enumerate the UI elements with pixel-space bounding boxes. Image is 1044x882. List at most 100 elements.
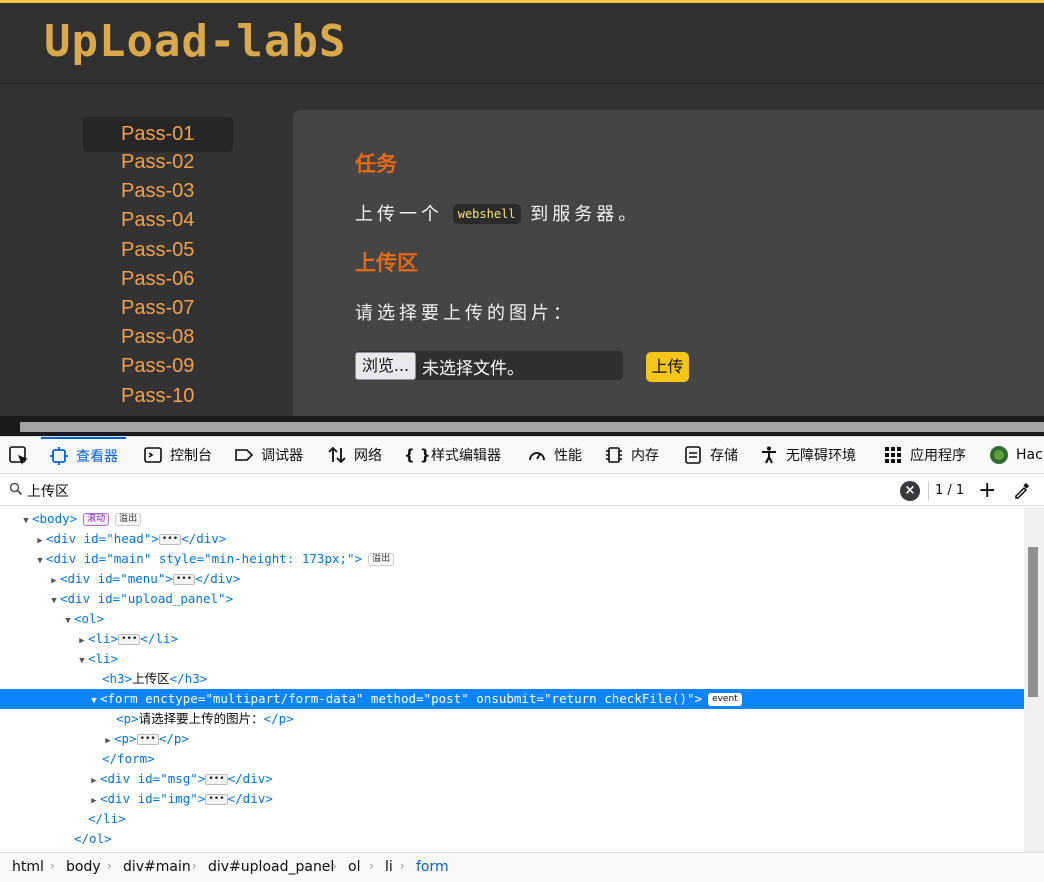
tag-text: </p> [158,731,189,746]
search-result-count: 1 / 1 [928,482,964,500]
collapsed-dots[interactable]: ••• [172,574,196,585]
menu-item-pass-07[interactable]: Pass-07 [83,292,233,321]
node-h3[interactable]: <h3>上传区</h3> [0,669,1024,689]
tab-hackbar[interactable]: Hac [989,437,1043,473]
collapsed-dots[interactable]: ••• [205,774,228,785]
breadcrumb: html › body › div#main › div#upload_pane… [0,852,1044,882]
tag-text: <li> [88,651,119,666]
tag-text: <div id="msg"> [100,771,206,786]
menu-item-pass-05[interactable]: Pass-05 [83,234,233,263]
collapse-arrow-icon[interactable]: ▼ [34,551,46,571]
expand-arrow-icon[interactable]: ▶ [76,631,88,651]
breadcrumb-ol[interactable]: ol [348,859,360,875]
breadcrumb-li[interactable]: li [385,859,393,875]
tab-accessibility[interactable]: 无障碍环境 [759,437,856,473]
tab-label: 控制台 [170,448,212,464]
menu-item-pass-06[interactable]: Pass-06 [83,263,233,292]
menu-item-pass-09[interactable]: Pass-09 [83,350,233,379]
tab-storage[interactable]: 存储 [683,437,738,473]
debugger-icon [235,449,254,461]
tab-label: 查看器 [76,449,118,465]
overflow-badge[interactable]: 溢出 [368,553,395,566]
tag-text: </h3> [169,671,208,686]
tab-debugger[interactable]: 调试器 [234,437,303,473]
node-div-upload-panel[interactable]: ▼ <div id="upload_panel"> [0,589,1024,609]
collapse-arrow-icon[interactable]: ▼ [88,691,100,711]
node-li-close[interactable]: </li> [0,809,1024,829]
node-div-menu[interactable]: ▶ <div id="menu"> ••• </div> [0,569,1024,589]
collapsed-dots[interactable]: ••• [205,794,228,805]
collapsed-dots[interactable]: ••• [118,634,141,645]
collapsed-dots[interactable]: ••• [158,534,182,545]
node-text: 请选择要上传的图片： [138,711,264,726]
tag-text: </div> [227,791,273,806]
collapse-arrow-icon[interactable]: ▼ [76,651,88,671]
expand-arrow-icon[interactable]: ▶ [102,731,114,751]
menu-item-pass-08[interactable]: Pass-08 [83,321,233,350]
markup-vertical-scrollbar[interactable] [1024,507,1044,852]
node-form-close[interactable]: </form> [0,749,1024,769]
tab-label: Hac [1016,447,1043,463]
clear-search-icon[interactable]: × [900,481,920,501]
tag-text: <div id="upload_panel"> [60,591,234,606]
menu-item-pass-04[interactable]: Pass-04 [83,204,233,233]
tab-performance[interactable]: 性能 [527,437,582,473]
node-p-collapsed[interactable]: ▶ <p> ••• </p> [0,729,1024,749]
node-ol-close[interactable]: </ol> [0,829,1024,849]
tab-label: 网络 [354,448,382,464]
event-badge[interactable]: event [708,693,742,706]
tab-network[interactable]: 网络 [327,437,382,473]
search-input[interactable] [27,481,887,501]
node-li-collapsed[interactable]: ▶ <li> ••• </li> [0,629,1024,649]
breadcrumb-form[interactable]: form [416,859,449,875]
collapsed-dots[interactable]: ••• [136,734,159,745]
site-logo: UpLoad-labS [44,16,347,67]
menu-item-pass-02[interactable]: Pass-02 [83,146,233,175]
node-li-expanded[interactable]: ▼ <li> [0,649,1024,669]
node-ol[interactable]: ▼ <ol> [0,609,1024,629]
expand-arrow-icon[interactable]: ▶ [88,791,100,811]
file-input[interactable]: 浏览... 未选择文件。 [355,351,623,380]
breadcrumb-separator: › [369,859,374,873]
tag-text: </p> [263,711,294,726]
collapse-arrow-icon[interactable]: ▼ [48,591,60,611]
node-body[interactable]: ▼ <body> 滚动 溢出 [0,509,1024,529]
collapse-arrow-icon[interactable]: ▼ [62,611,74,631]
node-p-prompt[interactable]: <p>请选择要上传的图片：</p> [0,709,1024,729]
collapse-arrow-icon[interactable]: ▼ [20,511,32,531]
console-icon [144,447,162,463]
overflow-badge[interactable]: 溢出 [115,513,142,526]
scrollbar-thumb[interactable] [20,422,1044,432]
menu-item-pass-10[interactable]: Pass-10 [83,380,233,409]
breadcrumb-html[interactable]: html [12,859,44,875]
tab-console[interactable]: 控制台 [143,437,212,473]
page-horizontal-scrollbar[interactable] [0,416,1044,436]
tag-text: <div id="img"> [100,791,206,806]
tag-text: <div id="main" style="min-height: 173px;… [46,551,363,566]
tab-inspector[interactable]: 查看器 [41,437,126,473]
element-picker-icon[interactable] [8,445,30,467]
breadcrumb-body[interactable]: body [66,859,101,875]
task-text-before: 上传一个 [355,204,443,225]
upload-button[interactable]: 上传 [646,352,689,382]
node-div-msg[interactable]: ▶ <div id="msg"> ••• </div> [0,769,1024,789]
browse-button[interactable]: 浏览... [355,352,416,380]
node-form-selected[interactable]: ▼ <form enctype="multipart/form-data" met… [0,689,1024,709]
breadcrumb-div-main[interactable]: div#main [123,859,191,875]
expand-arrow-icon[interactable]: ▶ [48,571,60,591]
scroll-badge[interactable]: 滚动 [83,513,110,526]
node-div-main[interactable]: ▼ <div id="main" style="min-height: 173px… [0,549,1024,569]
node-div-head[interactable]: ▶ <div id="head"> ••• </div> [0,529,1024,549]
add-node-icon[interactable]: + [978,478,996,503]
expand-arrow-icon[interactable]: ▶ [88,771,100,791]
tab-memory[interactable]: 内存 [604,437,659,473]
tab-style-editor[interactable]: { } 样式编辑器 [404,437,501,473]
breadcrumb-div-upload-panel[interactable]: div#upload_panel [208,859,334,875]
eyedropper-icon[interactable] [1013,481,1031,499]
menu-item-pass-03[interactable]: Pass-03 [83,175,233,204]
tab-application[interactable]: 应用程序 [883,437,966,473]
expand-arrow-icon[interactable]: ▶ [34,531,46,551]
scrollbar-thumb[interactable] [1028,547,1038,697]
node-div-img[interactable]: ▶ <div id="img"> ••• </div> [0,789,1024,809]
tag-text: </div> [227,771,273,786]
